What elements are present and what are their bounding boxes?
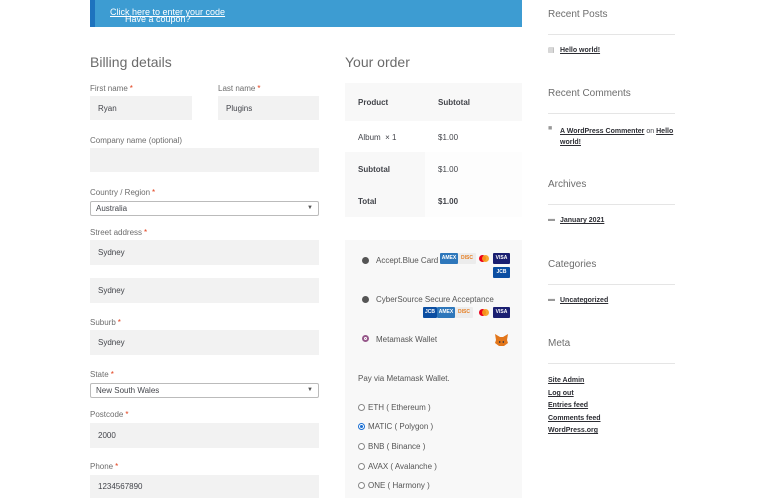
divider — [548, 113, 675, 114]
mastercard-icon — [478, 253, 490, 264]
metamask-fox-icon — [495, 333, 508, 351]
meta-site-admin[interactable]: Site Admin — [548, 377, 584, 384]
payment-radio-cybersource[interactable] — [362, 296, 369, 303]
first-name-input[interactable] — [90, 96, 192, 120]
radio-icon — [358, 443, 365, 450]
country-select[interactable]: Australia ▼ — [90, 201, 319, 216]
state-label: State * — [90, 370, 114, 379]
recent-posts-title: Recent Posts — [548, 9, 608, 20]
payment-radio-metamask[interactable] — [362, 335, 369, 342]
category-link[interactable]: Uncategorized — [560, 297, 608, 304]
chevron-down-icon: ▼ — [307, 387, 313, 393]
pay-via-text: Pay via Metamask Wallet. — [358, 374, 450, 383]
visa-icon: VISA — [493, 307, 510, 318]
mastercard-icon — [478, 307, 490, 318]
discover-icon: DISC — [458, 253, 476, 264]
jcb-icon: JCB — [423, 307, 437, 318]
payment-label-metamask[interactable]: Metamask Wallet — [376, 335, 437, 344]
visa-icon: VISA — [493, 253, 510, 264]
radio-icon — [358, 404, 365, 411]
radio-checked-icon — [358, 423, 365, 430]
company-label: Company name (optional) — [90, 136, 183, 145]
jcb-icon: JCB — [493, 267, 510, 278]
discover-icon: DISC — [455, 307, 473, 318]
comment-author-link[interactable]: A WordPress Commenter — [560, 128, 644, 135]
last-name-label: Last name * — [218, 84, 261, 93]
amex-icon: AMEX — [440, 253, 458, 264]
total-value: $1.00 — [438, 197, 459, 206]
network-option-avax[interactable]: AVAX ( Avalanche ) — [358, 462, 437, 471]
subtotal-label: Subtotal — [358, 165, 390, 174]
comment-icon: ■ — [548, 125, 553, 132]
col-product: Product — [358, 98, 389, 107]
meta-comments-feed[interactable]: Comments feed — [548, 415, 601, 422]
coupon-banner: Have a coupon? Click here to enter your … — [90, 0, 522, 27]
divider — [548, 34, 675, 35]
postcode-input[interactable] — [90, 423, 319, 448]
chevron-down-icon: ▼ — [307, 205, 313, 211]
categories-title: Categories — [548, 259, 597, 270]
amex-icon: AMEX — [437, 307, 455, 318]
archives-title: Archives — [548, 179, 587, 190]
postcode-label: Postcode * — [90, 410, 129, 419]
recent-post-link[interactable]: Hello world! — [560, 47, 600, 54]
divider — [548, 363, 675, 364]
last-name-input[interactable] — [218, 96, 319, 120]
divider — [548, 284, 675, 285]
meta-entries-feed[interactable]: Entries feed — [548, 402, 588, 409]
network-option-eth[interactable]: ETH ( Ethereum ) — [358, 403, 431, 412]
suburb-input[interactable] — [90, 330, 319, 355]
street-input-2[interactable] — [90, 278, 319, 303]
phone-input[interactable] — [90, 475, 319, 498]
phone-label: Phone * — [90, 462, 119, 471]
folder-icon: ▬ — [548, 216, 555, 223]
billing-title: Billing details — [90, 54, 172, 70]
col-subtotal: Subtotal — [438, 98, 470, 107]
state-select[interactable]: New South Wales ▼ — [90, 383, 319, 398]
network-option-matic[interactable]: MATIC ( Polygon ) — [358, 422, 433, 431]
country-label: Country / Region * — [90, 188, 156, 197]
totals-value-bg — [425, 152, 522, 217]
meta-wordpress-org[interactable]: WordPress.org — [548, 427, 598, 434]
network-option-one[interactable]: ONE ( Harmony ) — [358, 481, 430, 490]
payment-label-acceptblue[interactable]: Accept.Blue Card — [376, 256, 438, 265]
street-label: Street address * — [90, 228, 148, 237]
company-input[interactable] — [90, 148, 319, 172]
meta-log-out[interactable]: Log out — [548, 390, 574, 397]
payment-box — [345, 240, 522, 498]
payment-radio-acceptblue[interactable] — [362, 257, 369, 264]
order-title: Your order — [345, 54, 410, 70]
order-item-name: Album × 1 — [358, 133, 397, 142]
folder-icon: ▬ — [548, 296, 555, 303]
suburb-label: Suburb * — [90, 318, 121, 327]
order-item-price: $1.00 — [438, 133, 459, 142]
coupon-text: Have a coupon? Click here to enter your … — [110, 7, 226, 24]
recent-comment: A WordPress Commenter on Hello world! — [560, 128, 674, 146]
subtotal-value: $1.00 — [438, 165, 459, 174]
archive-link[interactable]: January 2021 — [560, 217, 604, 224]
radio-icon — [358, 482, 365, 489]
recent-comments-title: Recent Comments — [548, 88, 631, 99]
total-label: Total — [358, 197, 377, 206]
radio-icon — [358, 463, 365, 470]
totals-label-bg — [345, 152, 425, 217]
first-name-label: First name * — [90, 84, 133, 93]
payment-label-cybersource[interactable]: CyberSource Secure Acceptance — [376, 295, 494, 304]
document-icon: ▤ — [548, 47, 555, 54]
meta-title: Meta — [548, 338, 571, 349]
divider — [548, 204, 675, 205]
network-option-bnb[interactable]: BNB ( Binance ) — [358, 442, 425, 451]
street-input-1[interactable] — [90, 240, 319, 265]
